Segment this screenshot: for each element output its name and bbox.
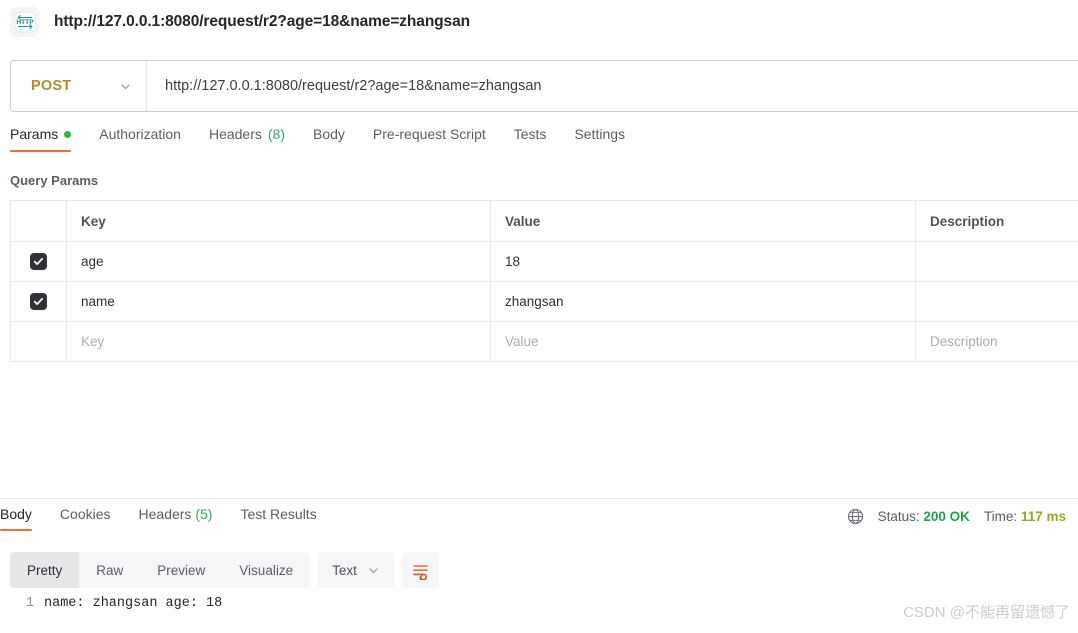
table-row: age 18 [11, 242, 1078, 282]
tab-body[interactable]: Body [299, 126, 359, 152]
response-tab-test-results[interactable]: Test Results [226, 506, 330, 531]
table-row: name zhangsan [11, 282, 1078, 322]
row-description-name[interactable] [916, 282, 1078, 321]
tab-settings-label: Settings [574, 126, 626, 142]
page-title: http://127.0.0.1:8080/request/r2?age=18&… [54, 13, 470, 30]
unsaved-dot-icon [64, 130, 72, 138]
pane-divider [0, 498, 1078, 499]
tab-pre-request-script[interactable]: Pre-request Script [359, 126, 500, 152]
row-key-name[interactable]: name [67, 282, 491, 321]
response-tabs: Body Cookies Headers (5) Test Results [0, 506, 331, 536]
tab-authorization[interactable]: Authorization [85, 126, 195, 152]
response-tab-test-results-label: Test Results [240, 506, 317, 522]
http-badge-icon: HTTP [10, 7, 40, 37]
chevron-down-icon [119, 80, 132, 93]
response-format-label: Text [332, 562, 357, 578]
request-tabs: Params Authorization Headers (8) Body Pr… [0, 126, 1078, 158]
view-pretty-button[interactable]: Pretty [10, 552, 80, 588]
time-value: 117 ms [1020, 509, 1066, 524]
status-label: Status: [877, 509, 920, 524]
status-badge[interactable]: Status: 200 OK [878, 509, 970, 524]
request-title-row: HTTP http://127.0.0.1:8080/request/r2?ag… [0, 0, 1078, 44]
response-body-line: name: zhangsan age: 18 [44, 596, 223, 611]
column-header-key: Key [67, 201, 491, 241]
word-wrap-button[interactable] [401, 552, 439, 588]
tab-tests[interactable]: Tests [500, 126, 561, 152]
http-method-select[interactable]: POST [11, 61, 147, 111]
watermark: CSDN @不能再留遗憾了 [903, 604, 1070, 621]
tab-authorization-label: Authorization [99, 126, 181, 142]
tab-pre-request-script-label: Pre-request Script [372, 126, 486, 142]
view-visualize-button[interactable]: Visualize [222, 552, 310, 588]
response-view-segmented-control: Pretty Raw Preview Visualize [10, 552, 311, 588]
tab-tests-label: Tests [513, 126, 547, 142]
response-tab-headers[interactable]: Headers (5) [125, 506, 227, 531]
row-value-age[interactable]: 18 [491, 242, 916, 281]
svg-text:HTTP: HTTP [16, 19, 34, 26]
new-row-key-input[interactable]: Key [67, 322, 491, 361]
response-tab-cookies[interactable]: Cookies [46, 506, 125, 531]
column-header-value: Value [491, 201, 916, 241]
row-checkbox-age[interactable] [30, 253, 47, 270]
tab-params-label: Params [10, 126, 59, 142]
column-header-select [11, 201, 67, 241]
row-checkbox-cell [11, 242, 67, 281]
http-method-label: POST [31, 78, 72, 94]
view-preview-button[interactable]: Preview [140, 552, 222, 588]
url-input[interactable]: http://127.0.0.1:8080/request/r2?age=18&… [147, 61, 1078, 111]
response-tab-body-label: Body [0, 506, 32, 522]
row-description-age[interactable] [916, 242, 1078, 281]
response-format-select[interactable]: Text [318, 552, 394, 588]
row-value-name[interactable]: zhangsan [491, 282, 916, 321]
response-tab-headers-label: Headers [138, 506, 192, 522]
table-header-row: Key Value Description [11, 201, 1078, 242]
tab-settings[interactable]: Settings [560, 126, 639, 152]
query-params-table: Key Value Description age 18 name zhangs… [10, 200, 1078, 362]
tab-headers[interactable]: Headers (8) [195, 126, 299, 152]
row-checkbox-cell-empty [11, 322, 67, 361]
response-status-strip: Status: 200 OK Time: 117 ms [847, 508, 1066, 525]
view-raw-button[interactable]: Raw [79, 552, 140, 588]
line-number: 1 [25, 596, 34, 611]
globe-icon [847, 508, 864, 525]
tab-headers-label: Headers [208, 126, 262, 142]
response-tab-headers-count: (5) [195, 506, 213, 522]
row-checkbox-cell [11, 282, 67, 321]
new-row-value-input[interactable]: Value [491, 322, 916, 361]
word-wrap-icon [413, 564, 428, 580]
time-badge[interactable]: Time: 117 ms [984, 509, 1066, 524]
tab-params[interactable]: Params [10, 126, 85, 152]
response-tab-body[interactable]: Body [0, 506, 46, 531]
table-row-empty: Key Value Description [11, 322, 1078, 362]
row-key-age[interactable]: age [67, 242, 491, 281]
query-params-label: Query Params [10, 173, 99, 188]
row-checkbox-name[interactable] [30, 293, 47, 310]
column-header-description: Description [930, 213, 1005, 229]
new-row-description-input[interactable]: Description [916, 322, 1078, 361]
response-tab-cookies-label: Cookies [59, 506, 111, 522]
time-label: Time: [983, 509, 1018, 524]
tab-body-label: Body [313, 126, 345, 142]
tab-headers-count: (8) [267, 126, 285, 142]
url-bar: POST http://127.0.0.1:8080/request/r2?ag… [10, 60, 1078, 112]
status-value: 200 OK [923, 509, 970, 524]
chevron-down-icon [367, 564, 380, 577]
response-toolbar: Pretty Raw Preview Visualize Text [10, 552, 439, 588]
